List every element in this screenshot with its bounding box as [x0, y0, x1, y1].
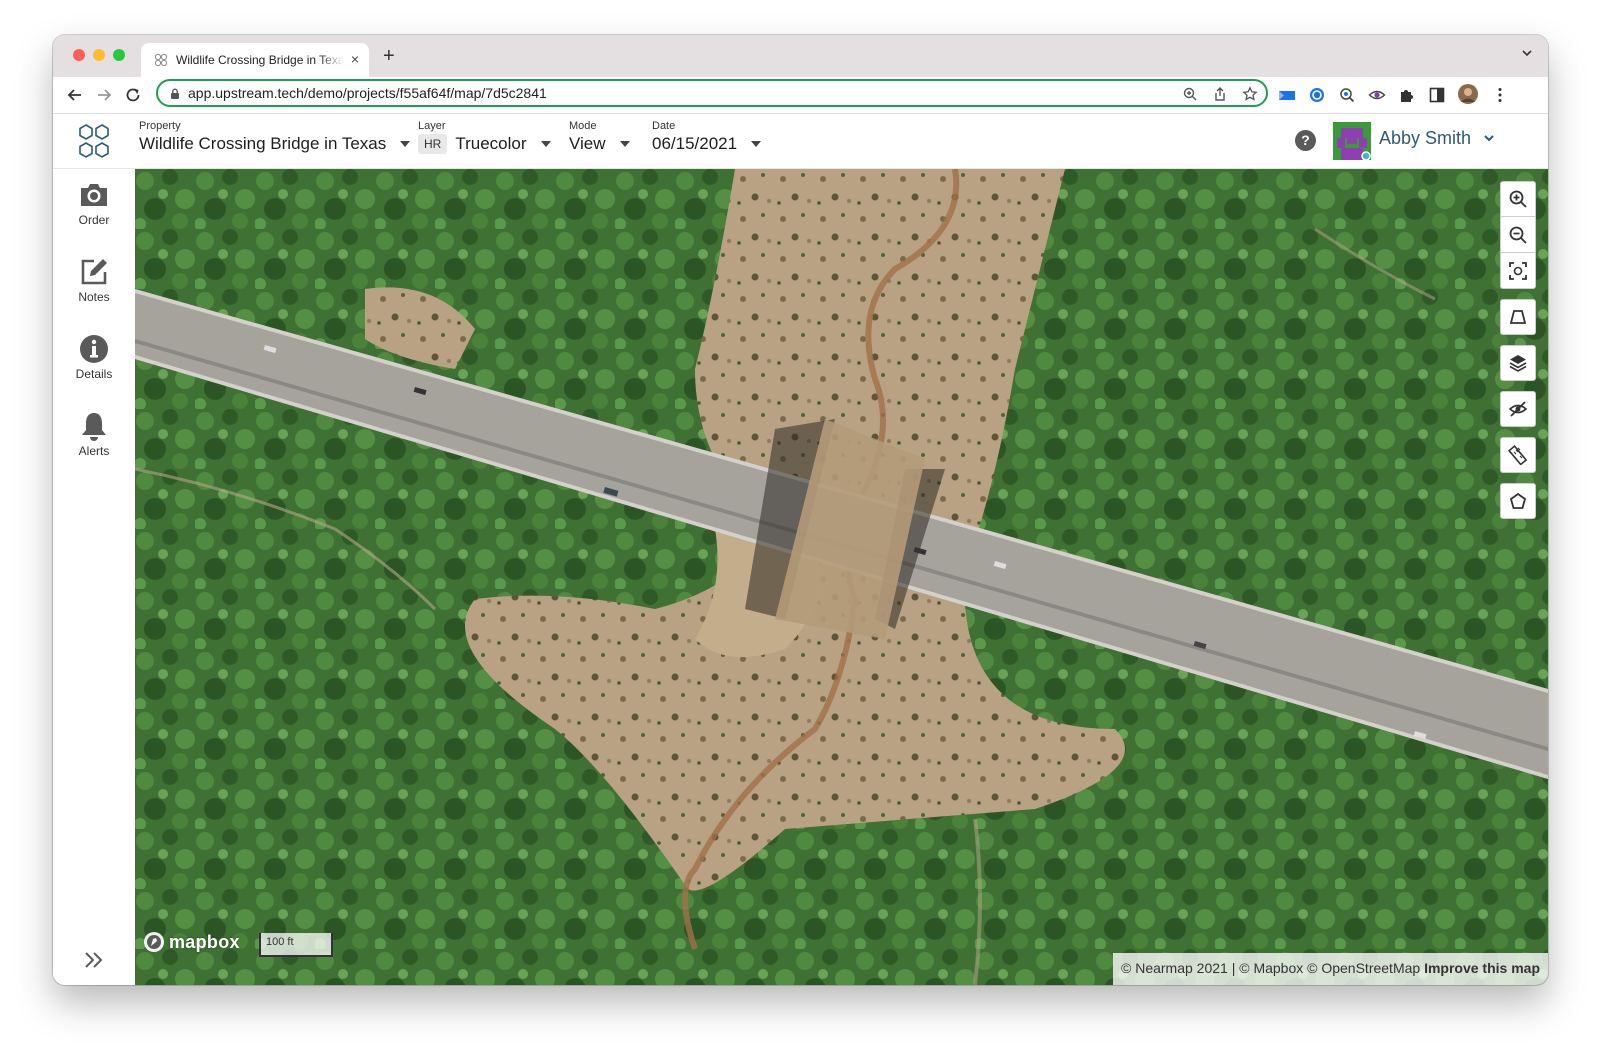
- mode-selector[interactable]: Mode View: [569, 120, 630, 154]
- tab-bar: Wildlife Crossing Bridge in Texas × +: [53, 35, 1548, 77]
- bell-icon: [82, 413, 106, 441]
- resolution-badge: HR: [418, 134, 448, 154]
- mapbox-logo[interactable]: mapbox: [143, 931, 240, 953]
- mode-value: View: [569, 134, 606, 153]
- page-zoom-icon[interactable]: [1182, 86, 1198, 102]
- map-controls: [1500, 181, 1536, 519]
- app-header: Property Wildlife Crossing Bridge in Tex…: [53, 114, 1548, 169]
- tab-title: Wildlife Crossing Bridge in Texas: [176, 53, 344, 67]
- extension-circle-icon[interactable]: [1308, 86, 1326, 104]
- ruler-icon: [1508, 445, 1528, 465]
- side-panel-icon[interactable]: [1428, 86, 1446, 104]
- caret-down-icon: [751, 141, 762, 147]
- date-selector[interactable]: Date 06/15/2021: [652, 120, 762, 154]
- property-label: Property: [139, 120, 181, 132]
- draw-polygon-icon: [1509, 492, 1527, 509]
- sidebar-item-order[interactable]: Order: [53, 179, 135, 227]
- sidebar-item-details[interactable]: Details: [53, 333, 135, 381]
- property-value: Wildlife Crossing Bridge in Texas: [139, 134, 387, 153]
- zoom-out-icon: [1509, 226, 1527, 244]
- sidebar-item-notes[interactable]: Notes: [53, 256, 135, 304]
- sidebar-item-label: Alerts: [78, 444, 110, 458]
- sidebar: Order Notes Details Alerts: [53, 169, 135, 985]
- share-icon[interactable]: [1212, 86, 1228, 102]
- scale-bar: 100 ft: [259, 933, 333, 957]
- browser-window: Wildlife Crossing Bridge in Texas × + ap…: [53, 35, 1548, 985]
- draw-polygon-button[interactable]: [1500, 483, 1536, 519]
- measure-button[interactable]: [1500, 437, 1536, 473]
- layers-button[interactable]: [1500, 345, 1536, 381]
- upstream-logo-icon[interactable]: [75, 122, 113, 160]
- new-tab-button[interactable]: +: [383, 45, 395, 68]
- sidebar-item-alerts[interactable]: Alerts: [53, 410, 135, 458]
- favicon-icon: [154, 53, 168, 67]
- minimize-window-button[interactable]: [93, 49, 105, 61]
- address-bar[interactable]: app.upstream.tech/demo/projects/f55af64f…: [156, 79, 1268, 107]
- sidebar-item-label: Order: [78, 213, 110, 227]
- layer-value: Truecolor: [455, 134, 527, 153]
- maximize-window-button[interactable]: [113, 49, 125, 61]
- hide-overlays-button[interactable]: [1500, 391, 1536, 427]
- extensions-puzzle-icon[interactable]: [1398, 86, 1416, 104]
- caret-down-icon: [400, 141, 411, 147]
- browser-menu-icon[interactable]: [1491, 86, 1509, 104]
- avatar[interactable]: [1333, 122, 1371, 160]
- info-icon: [80, 335, 108, 363]
- fit-bounds-icon: [1509, 261, 1527, 280]
- perspective-button[interactable]: [1500, 299, 1536, 335]
- fit-bounds-button[interactable]: [1500, 253, 1536, 289]
- reload-icon[interactable]: [123, 85, 143, 105]
- close-window-button[interactable]: [73, 49, 85, 61]
- edit-icon: [81, 259, 107, 285]
- user-name[interactable]: Abby Smith: [1379, 128, 1471, 149]
- help-icon[interactable]: ?: [1295, 130, 1316, 151]
- zoom-out-button[interactable]: [1500, 217, 1536, 253]
- caret-down-icon: [540, 141, 551, 147]
- caret-down-icon: [619, 141, 630, 147]
- zoom-in-icon: [1509, 190, 1527, 208]
- tab-close-icon[interactable]: ×: [351, 51, 359, 67]
- improve-map-link[interactable]: Improve this map: [1424, 960, 1540, 976]
- property-selector[interactable]: Property Wildlife Crossing Bridge in Tex…: [139, 120, 411, 154]
- perspective-icon: [1509, 310, 1527, 324]
- layer-selector[interactable]: Layer HR Truecolor: [418, 120, 551, 154]
- browser-toolbar: app.upstream.tech/demo/projects/f55af64f…: [53, 77, 1548, 114]
- expand-sidebar-icon[interactable]: [83, 949, 105, 971]
- back-arrow-icon[interactable]: [65, 85, 85, 105]
- attribution-text[interactable]: © Nearmap 2021 | © Mapbox © OpenStreetMa…: [1121, 960, 1420, 976]
- browser-tab[interactable]: Wildlife Crossing Bridge in Texas ×: [141, 43, 369, 77]
- mode-label: Mode: [569, 120, 597, 132]
- sidebar-item-label: Notes: [78, 290, 110, 304]
- sidebar-item-label: Details: [75, 367, 113, 381]
- extension-search-icon[interactable]: [1338, 86, 1356, 104]
- mapbox-logo-text: mapbox: [169, 931, 240, 952]
- tab-search-chevron-icon[interactable]: [1522, 48, 1532, 58]
- aerial-imagery[interactable]: [135, 169, 1548, 985]
- forward-arrow-icon[interactable]: [94, 85, 114, 105]
- hide-icon: [1508, 401, 1528, 417]
- layer-label: Layer: [418, 120, 446, 132]
- extension-eye-icon[interactable]: [1368, 86, 1386, 104]
- map-attribution: © Nearmap 2021 | © Mapbox © OpenStreetMa…: [1113, 953, 1548, 985]
- url-text: app.upstream.tech/demo/projects/f55af64f…: [188, 85, 547, 101]
- bookmark-star-icon[interactable]: [1242, 86, 1258, 102]
- lock-icon: [171, 88, 179, 99]
- extension-video-icon[interactable]: [1278, 86, 1296, 104]
- zoom-in-button[interactable]: [1500, 181, 1536, 217]
- profile-avatar-icon[interactable]: [1457, 83, 1479, 105]
- mapbox-logo-icon: [144, 932, 164, 952]
- date-label: Date: [652, 120, 676, 132]
- camera-icon: [81, 184, 107, 206]
- layers-icon: [1509, 355, 1527, 372]
- chevron-down-icon[interactable]: [1483, 132, 1495, 144]
- map-view[interactable]: mapbox 100 ft © Nearmap 2021 | © Mapbox …: [135, 169, 1548, 985]
- date-value: 06/15/2021: [652, 134, 738, 153]
